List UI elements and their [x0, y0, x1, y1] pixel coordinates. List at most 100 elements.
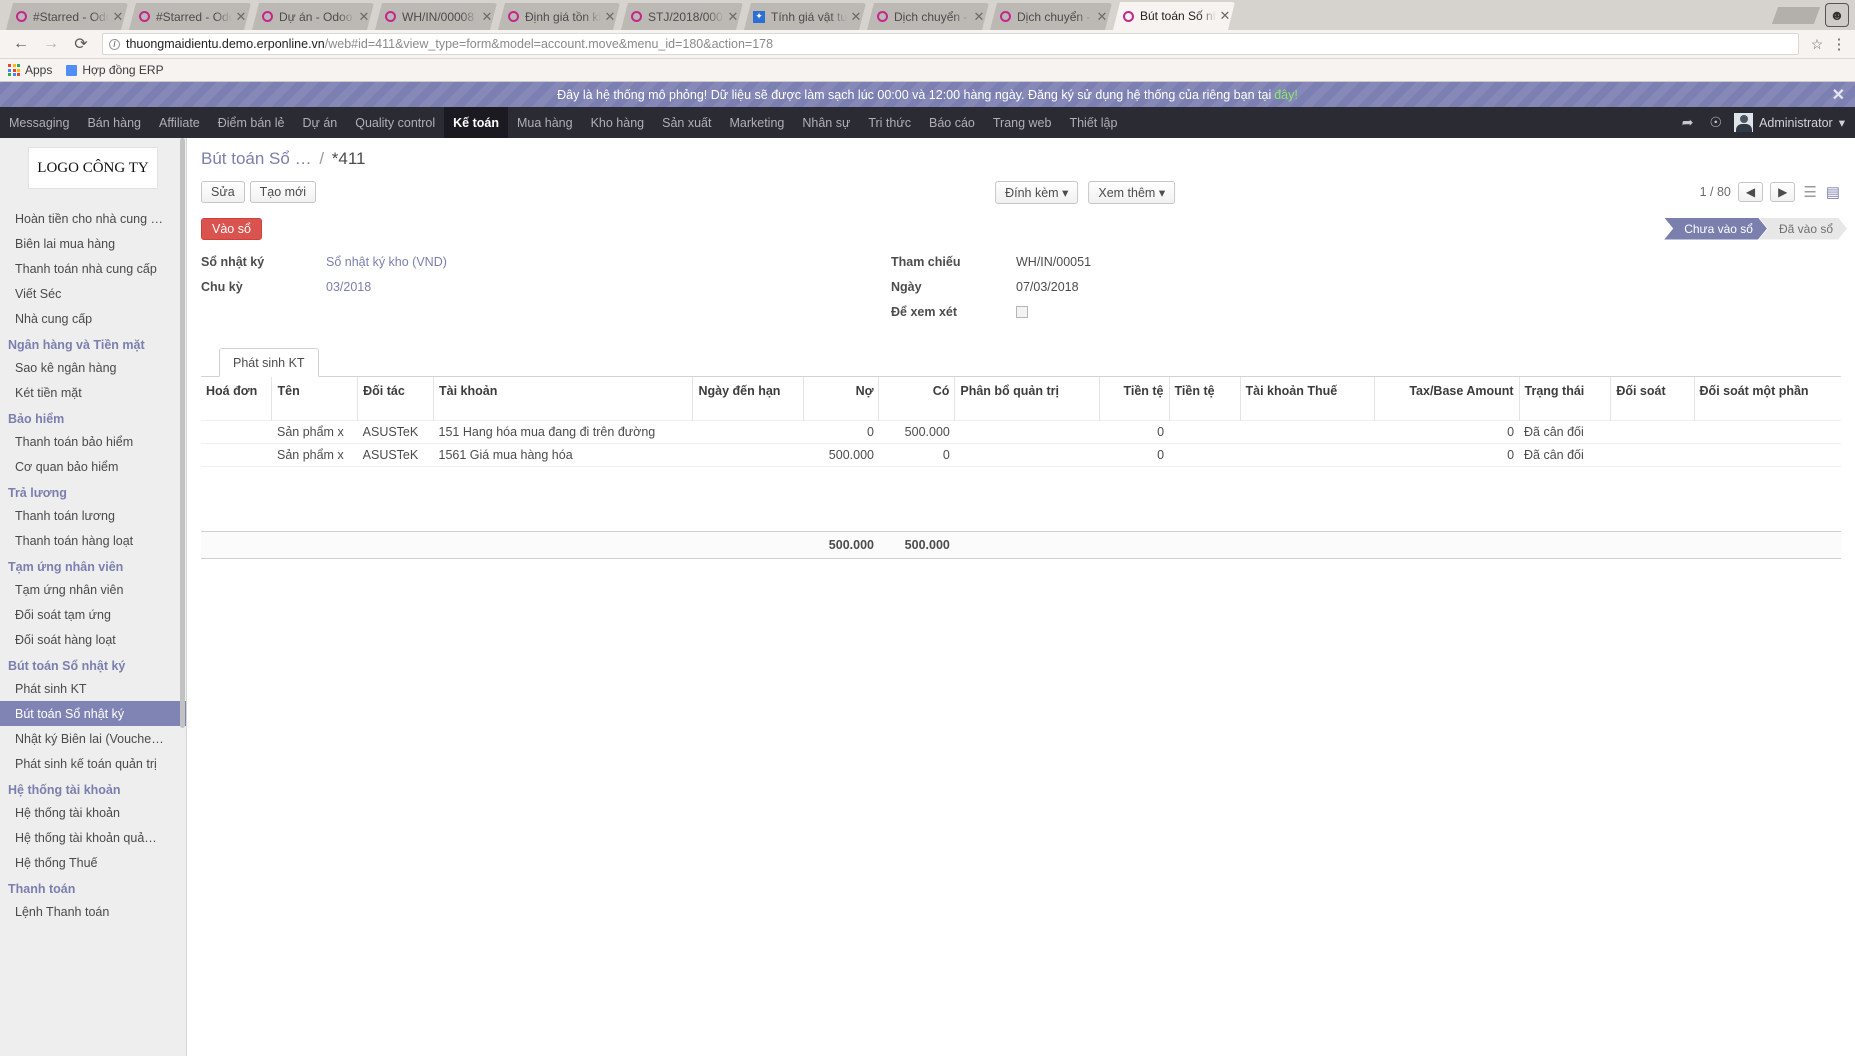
- sidebar-item[interactable]: Cơ quan bảo hiểm: [0, 454, 186, 479]
- table-cell: [1240, 420, 1375, 444]
- topmenu-item-messaging[interactable]: Messaging: [0, 107, 78, 138]
- table-cell: [1694, 420, 1841, 444]
- window-minimize-button[interactable]: [1771, 6, 1821, 24]
- bookmark-star-icon[interactable]: ☆: [1807, 36, 1827, 53]
- create-button[interactable]: Tạo mới: [249, 181, 317, 203]
- table-cell: [1169, 420, 1240, 444]
- sidebar-item[interactable]: Nhà cung cấp: [0, 306, 186, 331]
- reload-icon[interactable]: ⟳: [68, 33, 94, 55]
- topmenu-item-quality-control[interactable]: Quality control: [346, 107, 444, 138]
- pager-previous-button[interactable]: ◀: [1737, 182, 1764, 202]
- close-icon[interactable]: ✕: [235, 9, 247, 25]
- post-button[interactable]: Vào sổ: [201, 217, 262, 240]
- attachment-dropdown-button[interactable]: Đính kèm ▾: [995, 180, 1079, 204]
- field-value[interactable]: 03/2018: [326, 280, 371, 294]
- sidebar-item[interactable]: Hệ thống tài khoản: [0, 800, 186, 825]
- browser-tab[interactable]: Bút toán Số nhậ ✕: [1113, 2, 1235, 30]
- topmenu-item-sản-xuất[interactable]: Sản xuất: [653, 107, 720, 138]
- more-dropdown-button[interactable]: Xem thêm ▾: [1088, 180, 1176, 204]
- table-total-cell: [201, 531, 272, 559]
- sidebar-item[interactable]: Đối soát hàng loạt: [0, 627, 186, 652]
- demo-banner-link[interactable]: đây!: [1274, 88, 1298, 102]
- bookmark-apps[interactable]: Apps: [8, 63, 52, 77]
- browser-tab[interactable]: Dịch chuyển - O ✕: [867, 3, 989, 30]
- sidebar-scrollbar[interactable]: [180, 138, 185, 728]
- form-field-row: Tham chiếu WH/IN/00051: [891, 255, 1551, 269]
- sidebar-item[interactable]: Thanh toán hàng loạt: [0, 528, 186, 553]
- browser-tab[interactable]: Định giá tồn kho ✕: [498, 3, 620, 30]
- topmenu-item-trang-web[interactable]: Trang web: [984, 107, 1061, 138]
- browser-tab[interactable]: STJ/2018/0005 - O✕: [621, 3, 743, 30]
- browser-tab[interactable]: Dịch chuyển - O ✕: [990, 3, 1112, 30]
- browser-tab[interactable]: ✦ Tính giá vật tư ✕: [744, 3, 866, 30]
- topmenu-item-tri-thức[interactable]: Tri thức: [859, 107, 920, 138]
- topmenu-item-nhân-sự[interactable]: Nhân sự: [793, 107, 859, 138]
- sidebar-item[interactable]: Lệnh Thanh toán: [0, 899, 186, 924]
- close-icon[interactable]: ✕: [358, 9, 370, 25]
- sidebar-item[interactable]: Hệ thống tài khoản quả…: [0, 825, 186, 850]
- tab-phat-sinh-kt[interactable]: Phát sinh KT: [219, 348, 319, 377]
- topmenu-item-thiết-lập[interactable]: Thiết lập: [1060, 107, 1126, 138]
- close-icon[interactable]: ✕: [604, 9, 616, 25]
- table-row[interactable]: Sản phẩm x ASUSTeK 151 Hang hóa mua đang đ…: [201, 420, 1841, 444]
- close-icon[interactable]: ✕: [1219, 8, 1231, 24]
- topmenu-item-báo-cáo[interactable]: Báo cáo: [920, 107, 984, 138]
- browser-tab[interactable]: #Starred - Odoo ✕: [129, 3, 251, 30]
- list-view-icon[interactable]: ☰: [1802, 183, 1817, 201]
- close-icon[interactable]: ✕: [850, 9, 862, 25]
- sidebar-item[interactable]: Nhật ký Biên lai (Vouche…: [0, 726, 186, 751]
- chat-icon[interactable]: ☉: [1702, 107, 1731, 138]
- topmenu-item-marketing[interactable]: Marketing: [720, 107, 793, 138]
- sidebar-item[interactable]: Đối soát tạm ứng: [0, 602, 186, 627]
- sidebar-item[interactable]: Biên lai mua hàng: [0, 231, 186, 256]
- form-view-icon[interactable]: ▤: [1825, 183, 1841, 201]
- status-badge[interactable]: Chưa vào sổ: [1664, 218, 1767, 240]
- field-value[interactable]: Sổ nhật ký kho (VND): [326, 255, 447, 269]
- sidebar-item[interactable]: Viết Séc: [0, 281, 186, 306]
- topmenu-item-dự-án[interactable]: Dự án: [293, 107, 346, 138]
- browser-tab[interactable]: #Starred - Odoo ✕: [6, 3, 128, 30]
- demo-banner-close-icon[interactable]: ✕: [1832, 85, 1845, 105]
- topmenu-item-mua-hàng[interactable]: Mua hàng: [508, 107, 582, 138]
- browser-tab[interactable]: Dự án - Odoo ✕: [252, 3, 374, 30]
- sidebar-item[interactable]: Hệ thống Thuế: [0, 850, 186, 875]
- topmenu-item-kho-hàng[interactable]: Kho hàng: [582, 107, 654, 138]
- activity-icon[interactable]: ➦: [1674, 107, 1702, 138]
- sidebar-item[interactable]: Sao kê ngân hàng: [0, 355, 186, 380]
- edit-button[interactable]: Sửa: [201, 181, 245, 203]
- url-input[interactable]: i thuongmaidientu.demo.erponline.vn/web#…: [102, 33, 1799, 55]
- back-icon[interactable]: ←: [8, 33, 34, 55]
- sidebar-item[interactable]: Hoàn tiền cho nhà cung …: [0, 206, 186, 231]
- field-checkbox[interactable]: [1016, 306, 1028, 318]
- close-icon[interactable]: ✕: [727, 9, 739, 25]
- status-badge[interactable]: Đã vào sổ: [1759, 218, 1847, 240]
- topmenu-item-điểm-bán-lẻ[interactable]: Điểm bán lẻ: [209, 107, 294, 138]
- sidebar-item[interactable]: Thanh toán lương: [0, 503, 186, 528]
- browser-tab[interactable]: WH/IN/00008 - O ✕: [375, 3, 497, 30]
- topmenu-item-affiliate[interactable]: Affiliate: [150, 107, 209, 138]
- bookmark-hop-dong-erp[interactable]: Hợp đồng ERP: [66, 63, 164, 77]
- table-row-empty[interactable]: [201, 466, 1841, 492]
- topmenu-item-kế-toán[interactable]: Kế toán: [444, 107, 508, 138]
- browser-menu-icon[interactable]: ⋮: [1831, 35, 1847, 53]
- close-icon[interactable]: ✕: [112, 9, 124, 25]
- sidebar-item[interactable]: Két tiền mặt: [0, 380, 186, 405]
- sidebar-item[interactable]: Phát sinh kế toán quản trị: [0, 751, 186, 776]
- sidebar-item[interactable]: Phát sinh KT: [0, 676, 186, 701]
- close-icon[interactable]: ✕: [481, 9, 493, 25]
- pager-next-button[interactable]: ▶: [1770, 182, 1796, 202]
- user-menu[interactable]: Administrator ▾: [1730, 107, 1855, 138]
- sidebar-item[interactable]: Tạm ứng nhân viên: [0, 577, 186, 602]
- site-info-icon[interactable]: i: [109, 38, 120, 50]
- field-label: Chu kỳ: [201, 280, 243, 294]
- browser-profile-button[interactable]: ☻: [1825, 3, 1849, 27]
- topmenu-item-bán-hàng[interactable]: Bán hàng: [78, 107, 150, 138]
- breadcrumb-parent[interactable]: Bút toán Sổ …: [201, 149, 312, 168]
- sidebar-item[interactable]: Bút toán Sổ nhật ký: [0, 701, 186, 726]
- table-row[interactable]: Sản phẩm x ASUSTeK 1561 Giá mua hàng hóa 50…: [201, 443, 1841, 467]
- forward-icon[interactable]: →: [38, 33, 64, 55]
- sidebar-item[interactable]: Thanh toán nhà cung cấp: [0, 256, 186, 281]
- close-icon[interactable]: ✕: [973, 9, 985, 25]
- close-icon[interactable]: ✕: [1096, 9, 1108, 25]
- sidebar-item[interactable]: Thanh toán bảo hiểm: [0, 429, 186, 454]
